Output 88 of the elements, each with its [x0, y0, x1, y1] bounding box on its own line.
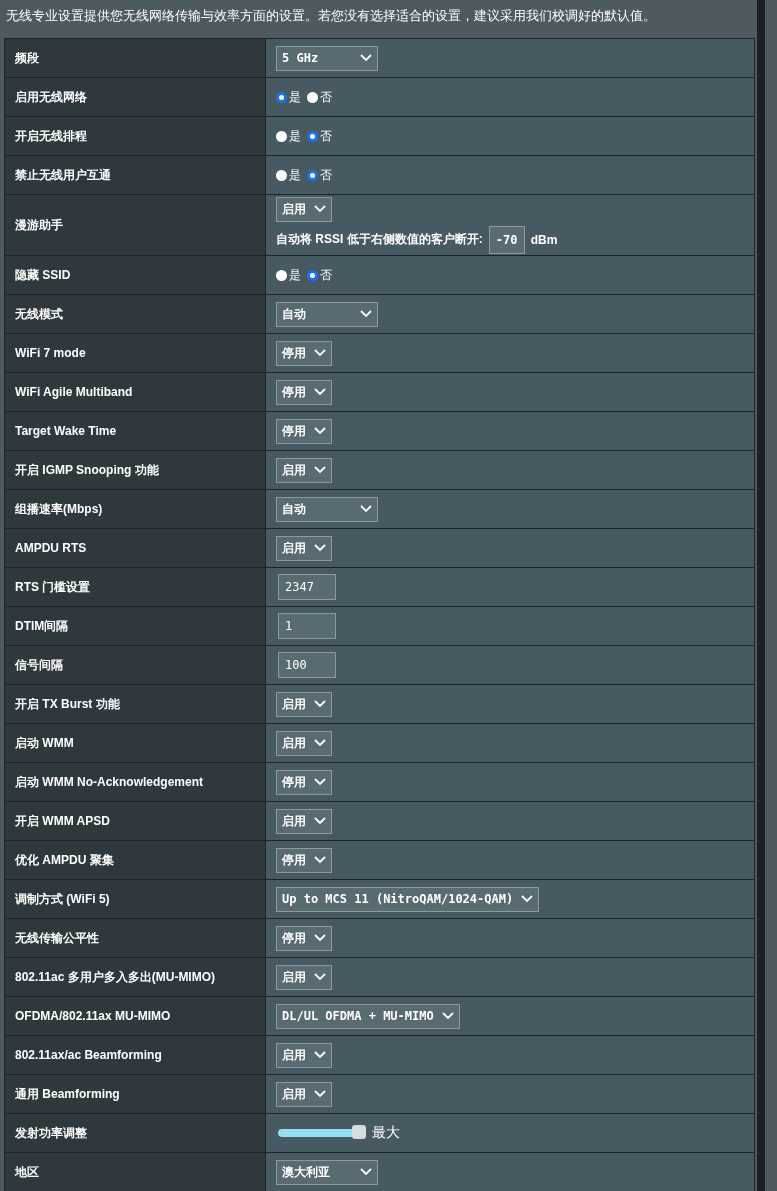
dropdown[interactable]: DL/UL OFDMA + MU-MIMO — [276, 1003, 460, 1029]
setting-label: WiFi 7 mode — [5, 334, 266, 372]
setting-label: WiFi Agile Multiband — [5, 373, 266, 411]
chevron-icon — [441, 1012, 454, 1020]
setting-label: 无线模式 — [5, 295, 266, 333]
setting-label: 802.11ac 多用户多入多出(MU-MIMO) — [5, 958, 266, 996]
dropdown[interactable]: 启用 — [276, 964, 332, 990]
setting-label: 调制方式 (WiFi 5) — [5, 880, 266, 918]
radio-option[interactable]: 是 — [276, 266, 301, 284]
setting-label: 启动 WMM No-Acknowledgement — [5, 763, 266, 801]
chevron-icon — [314, 817, 326, 825]
dropdown[interactable]: 启用 — [276, 1042, 332, 1068]
chevron-icon — [360, 505, 372, 513]
chevron-icon — [314, 427, 326, 435]
dropdown[interactable]: 澳大利亚 — [276, 1159, 378, 1185]
setting-label: 组播速率(Mbps) — [5, 490, 266, 528]
chevron-icon — [314, 973, 326, 981]
input-field[interactable]: 2347 — [278, 574, 336, 600]
radio-option[interactable]: 是 — [276, 166, 301, 184]
chevron-icon — [360, 310, 372, 318]
roaming-note: 自动将 RSSI 低于右侧数值的客户断开: — [276, 231, 483, 248]
dropdown[interactable]: 自动 — [276, 496, 378, 522]
chevron-icon — [314, 934, 326, 942]
setting-label: 802.11ax/ac Beamforming — [5, 1036, 266, 1074]
chevron-icon — [521, 895, 534, 903]
radio-option[interactable]: 是 — [276, 127, 301, 145]
setting-label: 优化 AMPDU 聚集 — [5, 841, 266, 879]
dropdown[interactable]: 停用 — [276, 340, 332, 366]
chevron-icon — [314, 388, 326, 396]
dropdown[interactable]: 启用 — [276, 535, 332, 561]
setting-label: 隐藏 SSID — [5, 256, 266, 294]
radio-option[interactable]: 否 — [307, 88, 332, 106]
dropdown[interactable]: 启用 — [276, 1081, 332, 1107]
dropdown[interactable]: 停用 — [276, 925, 332, 951]
dropdown[interactable]: 停用 — [276, 418, 332, 444]
setting-label: 频段 — [5, 39, 266, 77]
setting-label: 通用 Beamforming — [5, 1075, 266, 1113]
intro-text: 无线专业设置提供您无线网络传输与效率方面的设置。若您没有选择适合的设置，建议采用我们校调好的默认值。 — [5, 7, 657, 25]
dropdown[interactable]: Up to MCS 11 (NitroQAM/1024-QAM) — [276, 886, 540, 912]
setting-label: OFDMA/802.11ax MU-MIMO — [5, 997, 266, 1035]
setting-label: 无线传输公平性 — [5, 919, 266, 957]
dropdown[interactable]: 停用 — [276, 847, 332, 873]
chevron-icon — [314, 856, 326, 864]
chevron-icon — [314, 1051, 326, 1059]
setting-label: 发射功率调整 — [5, 1114, 266, 1152]
chevron-icon — [314, 466, 326, 474]
dropdown[interactable]: 启用 — [276, 691, 332, 717]
scrollbar[interactable] — [757, 0, 765, 1191]
dropdown[interactable]: 自动 — [276, 301, 378, 327]
slider-reading: 最大 — [372, 1124, 400, 1142]
radio-option[interactable]: 否 — [307, 127, 332, 145]
chevron-icon — [314, 544, 326, 552]
radio-option[interactable]: 否 — [307, 166, 332, 184]
dropdown[interactable]: 停用 — [276, 379, 332, 405]
dropdown[interactable]: 5 GHz — [276, 45, 378, 71]
radio-option[interactable]: 否 — [307, 266, 332, 284]
setting-label: 开启 TX Burst 功能 — [5, 685, 266, 723]
dropdown[interactable]: 启用 — [276, 730, 332, 756]
chevron-icon — [314, 349, 326, 357]
chevron-icon — [314, 700, 326, 708]
radio-option[interactable]: 是 — [276, 88, 301, 106]
input-field[interactable]: 100 — [278, 652, 336, 678]
chevron-icon — [314, 1090, 326, 1098]
setting-label: 禁止无线用户互通 — [5, 156, 266, 194]
setting-label: 地区 — [5, 1153, 266, 1191]
chevron-icon — [360, 1168, 372, 1176]
setting-label: Target Wake Time — [5, 412, 266, 450]
rssi-input[interactable]: -70 — [488, 225, 525, 254]
setting-label: RTS 门槛设置 — [5, 568, 266, 606]
chevron-icon — [314, 739, 326, 747]
setting-label: AMPDU RTS — [5, 529, 266, 567]
dropdown[interactable]: 启用 — [276, 196, 332, 222]
setting-label: DTIM间隔 — [5, 607, 266, 645]
setting-label: 开启 WMM APSD — [5, 802, 266, 840]
setting-label: 信号间隔 — [5, 646, 266, 684]
dropdown[interactable]: 启用 — [276, 808, 332, 834]
chevron-icon — [314, 778, 326, 786]
chevron-icon — [314, 205, 326, 213]
setting-label: 开启无线排程 — [5, 117, 266, 155]
chevron-icon — [360, 54, 372, 62]
input-field[interactable]: 1 — [278, 613, 336, 639]
dropdown[interactable]: 停用 — [276, 769, 332, 795]
setting-label: 漫游助手 — [5, 195, 266, 255]
setting-label: 开启 IGMP Snooping 功能 — [5, 451, 266, 489]
setting-label: 启用无线网络 — [5, 78, 266, 116]
dropdown[interactable]: 启用 — [276, 457, 332, 483]
unit-label: dBm — [530, 232, 558, 247]
setting-label: 启动 WMM — [5, 724, 266, 762]
